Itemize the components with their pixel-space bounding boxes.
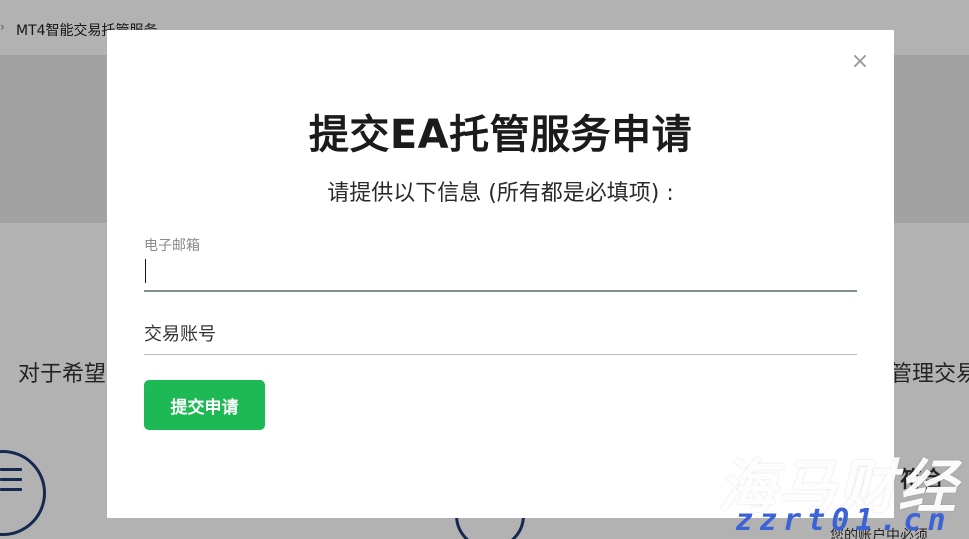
close-icon[interactable]: × — [848, 48, 872, 76]
submit-application-button[interactable]: 提交申请 — [144, 380, 265, 430]
email-field[interactable] — [144, 254, 857, 292]
modal-title: 提交EA托管服务申请 — [308, 112, 693, 158]
watermark-url: zzrt01.cn — [735, 503, 952, 538]
modal-subtitle: 请提供以下信息 (所有都是必填项) : — [327, 181, 674, 206]
trading-account-field[interactable] — [144, 315, 857, 355]
text-caret — [145, 259, 146, 283]
email-label: 电子邮箱 — [144, 238, 200, 254]
